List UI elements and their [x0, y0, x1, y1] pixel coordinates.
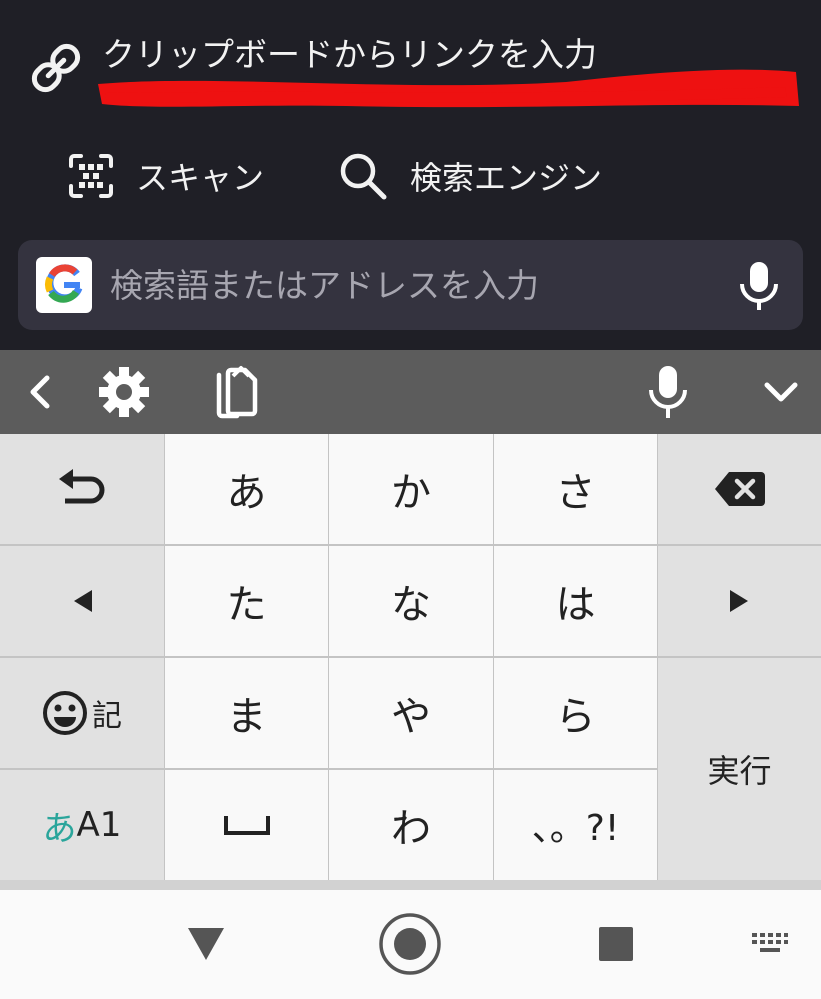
cursor-right-key[interactable] [658, 546, 821, 656]
flick-keyboard: あ か さ た な は 記 ま や ら 実行 あ A1 わ 、。?! [0, 434, 821, 880]
key-wa[interactable]: わ [329, 770, 493, 880]
qr-scan-icon [69, 154, 113, 198]
microphone-icon [649, 366, 687, 418]
voice-input-button[interactable] [640, 350, 696, 434]
home-circle-icon [379, 913, 441, 975]
clipboard-icon [216, 366, 258, 419]
backspace-key[interactable] [658, 434, 821, 544]
undo-key[interactable] [0, 434, 164, 544]
google-logo [36, 257, 92, 313]
mode-kana-label: あ [42, 808, 77, 849]
emoji-symbol-key[interactable]: 記 [0, 658, 164, 768]
recents-square-icon [599, 927, 633, 961]
home-button[interactable] [376, 910, 444, 978]
key-a[interactable]: あ [165, 434, 328, 544]
keyboard-switch-icon [752, 933, 788, 952]
search-input[interactable] [110, 260, 700, 310]
address-bar[interactable] [18, 240, 803, 330]
keyboard-toolbar [0, 350, 821, 434]
enter-key[interactable]: 実行 [658, 658, 821, 880]
key-ta[interactable]: た [165, 546, 328, 656]
punctuation-key[interactable]: 、。?! [494, 770, 657, 880]
key-na[interactable]: な [329, 546, 493, 656]
link-icon [31, 43, 81, 93]
triangle-left-icon [74, 590, 92, 612]
redaction-scribble [98, 69, 799, 108]
keyboard-bottom-edge [0, 880, 821, 890]
search-engine-label: 検索エンジン [410, 159, 603, 197]
gear-icon [99, 367, 149, 417]
key-ra[interactable]: ら [494, 658, 657, 768]
search-icon [340, 153, 387, 200]
recents-button[interactable] [592, 920, 640, 968]
key-sa[interactable]: さ [494, 434, 657, 544]
key-ma[interactable]: ま [165, 658, 328, 768]
smiley-icon [43, 691, 87, 735]
collapse-toolbar-button[interactable] [20, 350, 60, 434]
undo-icon [59, 469, 105, 504]
backspace-icon [714, 472, 765, 506]
hide-keyboard-button[interactable] [756, 350, 806, 434]
mode-alnum-label: A1 [76, 805, 122, 845]
kigou-label: 記 [92, 699, 122, 734]
search-engine-button[interactable]: 検索エンジン [338, 148, 602, 204]
back-triangle-icon [188, 928, 224, 960]
microphone-icon[interactable] [734, 258, 784, 312]
clipboard-link-suggestion[interactable]: クリップボードからリンクを入力 [0, 0, 821, 120]
triangle-right-icon [729, 590, 748, 612]
space-icon [223, 816, 270, 835]
key-ya[interactable]: や [329, 658, 493, 768]
space-key[interactable] [165, 770, 328, 880]
browser-suggestion-panel: クリップボードからリンクを入力 スキャン 検索エンジン [0, 0, 821, 350]
scan-button[interactable]: スキャン [68, 148, 264, 204]
scan-label: スキャン [136, 159, 265, 197]
cursor-left-key[interactable] [0, 546, 164, 656]
key-ha[interactable]: は [494, 546, 657, 656]
chevron-down-icon [764, 382, 798, 402]
input-mode-key[interactable]: あ A1 [0, 770, 164, 880]
keyboard-settings-button[interactable] [94, 350, 154, 434]
key-ka[interactable]: か [329, 434, 493, 544]
back-button[interactable] [176, 914, 236, 974]
clipboard-button[interactable] [208, 350, 264, 434]
system-navigation-bar [0, 890, 821, 999]
keyboard-switch-button[interactable] [748, 926, 792, 962]
chevron-left-icon [30, 375, 50, 409]
